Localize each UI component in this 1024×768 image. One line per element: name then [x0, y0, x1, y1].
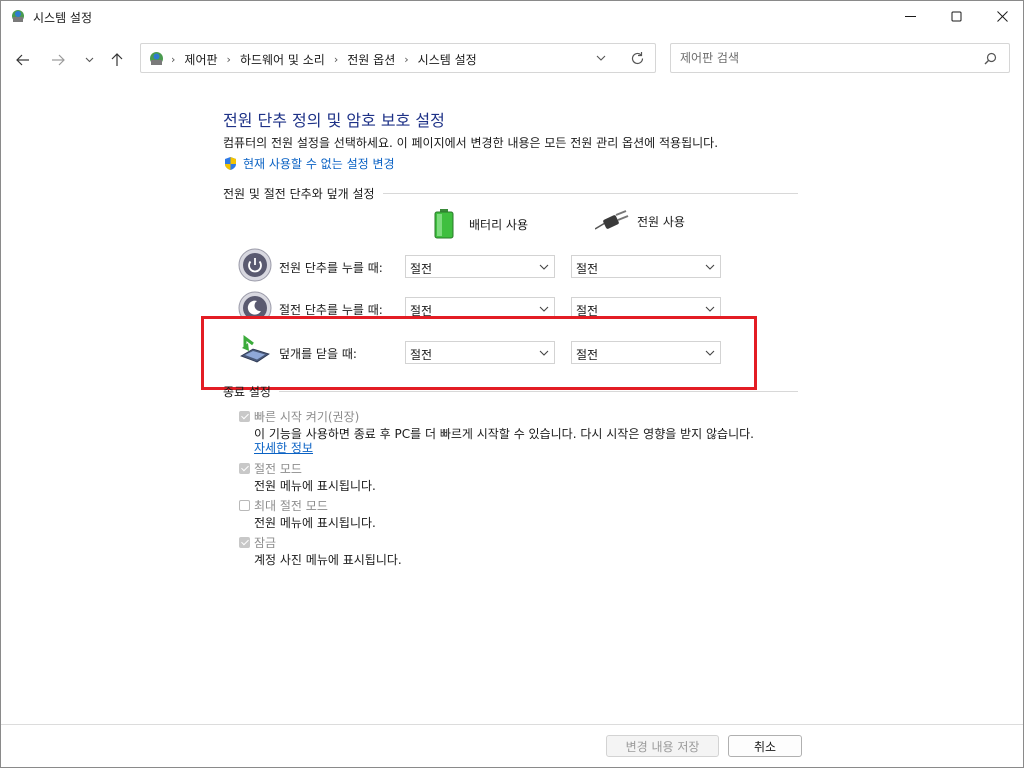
change-unavailable-settings-link[interactable]: 현재 사용할 수 없는 설정 변경 — [223, 155, 395, 172]
close-button[interactable] — [979, 1, 1024, 32]
cancel-button[interactable]: 취소 — [728, 735, 802, 757]
section-heading: 종료 설정 — [223, 385, 271, 399]
lock-checkbox[interactable] — [239, 537, 250, 548]
minimize-icon — [904, 16, 916, 17]
power-button-plugged-select[interactable]: 절전 — [571, 255, 721, 278]
page-title: 전원 단추 정의 및 암호 보호 설정 — [223, 111, 445, 130]
battery-column-label: 배터리 사용 — [469, 217, 529, 232]
selected-value: 절전 — [576, 262, 599, 276]
lid-close-label: 덮개를 닫을 때: — [279, 347, 357, 361]
change-link-label: 현재 사용할 수 없는 설정 변경 — [243, 157, 395, 171]
selected-value: 절전 — [576, 348, 599, 362]
battery-icon — [434, 209, 454, 239]
save-changes-button[interactable]: 변경 내용 저장 — [606, 735, 719, 757]
sleep-description: 전원 메뉴에 표시됩니다. — [254, 479, 376, 493]
breadcrumb: › 제어판 › 하드웨어 및 소리 › 전원 옵션 › 시스템 설정 — [171, 51, 477, 68]
lock-description: 계정 사진 메뉴에 표시됩니다. — [254, 553, 402, 567]
up-button[interactable] — [108, 51, 126, 69]
hibernate-checkbox[interactable] — [239, 500, 250, 511]
chevron-down-icon — [539, 350, 549, 356]
search-input[interactable] — [680, 49, 970, 67]
power-button-icon — [238, 248, 272, 282]
selected-value: 절전 — [410, 262, 433, 276]
chevron-right-icon: › — [171, 53, 176, 66]
chevron-down-icon — [85, 57, 93, 63]
maximize-button[interactable] — [933, 1, 979, 32]
power-button-battery-select[interactable]: 절전 — [405, 255, 555, 278]
minimize-button[interactable] — [887, 1, 933, 32]
fast-startup-description: 이 기능을 사용하면 종료 후 PC를 더 빠르게 시작할 수 있습니다. 다시… — [254, 427, 754, 441]
chevron-down-icon — [705, 306, 715, 312]
shutdown-section-header: 종료 설정 — [223, 383, 798, 400]
chevron-down-icon — [705, 264, 715, 270]
search-box[interactable] — [670, 43, 1010, 73]
arrow-right-icon — [52, 54, 65, 66]
hibernate-option[interactable]: 최대 절전 모드 — [239, 497, 328, 514]
chevron-down-icon — [539, 264, 549, 270]
page-description: 컴퓨터의 전원 설정을 선택하세요. 이 페이지에서 변경한 내용은 모든 전원… — [223, 136, 719, 150]
power-buttons-section-header: 전원 및 절전 단추와 덮개 설정 — [223, 185, 798, 202]
system-settings-window: 시스템 설정 › 제어판 › 하드웨어 및 소리 › 전원 옵션 › 시스템 설… — [0, 0, 1024, 768]
refresh-icon[interactable] — [630, 51, 645, 66]
hibernate-description: 전원 메뉴에 표시됩니다. — [254, 516, 376, 530]
chevron-down-icon[interactable] — [595, 52, 607, 64]
arrow-left-icon — [16, 54, 29, 66]
hibernate-label: 최대 절전 모드 — [254, 499, 328, 513]
maximize-icon — [951, 11, 961, 22]
lid-close-plugged-select[interactable]: 절전 — [571, 341, 721, 364]
chevron-right-icon: › — [226, 53, 231, 66]
chevron-down-icon — [539, 306, 549, 312]
plugged-column-label: 전원 사용 — [637, 214, 685, 229]
recent-locations-button[interactable] — [80, 51, 98, 69]
breadcrumb-control-panel[interactable]: 제어판 — [184, 51, 217, 68]
battery-column-header: 배터리 사용 — [434, 209, 528, 239]
sleep-label: 절전 모드 — [254, 462, 302, 476]
fast-startup-checkbox[interactable] — [239, 411, 250, 422]
breadcrumb-system-settings[interactable]: 시스템 설정 — [418, 51, 477, 68]
footer-divider — [1, 724, 1023, 725]
lid-close-battery-select[interactable]: 절전 — [405, 341, 555, 364]
section-divider — [278, 391, 798, 392]
back-button[interactable] — [14, 51, 32, 69]
window-title: 시스템 설정 — [33, 11, 93, 25]
selected-value: 절전 — [410, 348, 433, 362]
breadcrumb-power-options[interactable]: 전원 옵션 — [347, 51, 395, 68]
power-plug-icon — [595, 210, 629, 230]
arrow-up-icon — [111, 53, 123, 66]
section-heading: 전원 및 절전 단추와 덮개 설정 — [223, 187, 375, 201]
chevron-right-icon: › — [404, 53, 409, 66]
address-bar[interactable]: › 제어판 › 하드웨어 및 소리 › 전원 옵션 › 시스템 설정 — [140, 43, 656, 73]
sleep-checkbox[interactable] — [239, 463, 250, 474]
control-panel-icon — [12, 10, 24, 22]
close-icon — [996, 11, 1008, 22]
fast-startup-label: 빠른 시작 켜기(권장) — [254, 410, 360, 424]
laptop-lid-icon — [240, 335, 270, 363]
breadcrumb-hardware-sound[interactable]: 하드웨어 및 소리 — [240, 51, 325, 68]
title-bar[interactable]: 시스템 설정 — [1, 1, 1023, 32]
chevron-down-icon — [705, 350, 715, 356]
navigation-bar: › 제어판 › 하드웨어 및 소리 › 전원 옵션 › 시스템 설정 — [1, 39, 1023, 79]
more-info-link[interactable]: 자세한 정보 — [254, 439, 313, 456]
fast-startup-option[interactable]: 빠른 시작 켜기(권장) — [239, 408, 359, 425]
forward-button[interactable] — [49, 51, 67, 69]
chevron-right-icon: › — [333, 53, 339, 66]
lock-option[interactable]: 잠금 — [239, 534, 276, 551]
control-panel-icon — [150, 52, 163, 65]
sleep-option[interactable]: 절전 모드 — [239, 460, 302, 477]
section-divider — [382, 193, 798, 194]
lock-label: 잠금 — [254, 536, 277, 550]
uac-shield-icon — [225, 157, 236, 170]
power-button-label: 전원 단추를 누를 때: — [279, 261, 383, 275]
plugged-column-header: 전원 사용 — [595, 209, 685, 233]
search-icon — [984, 52, 997, 65]
